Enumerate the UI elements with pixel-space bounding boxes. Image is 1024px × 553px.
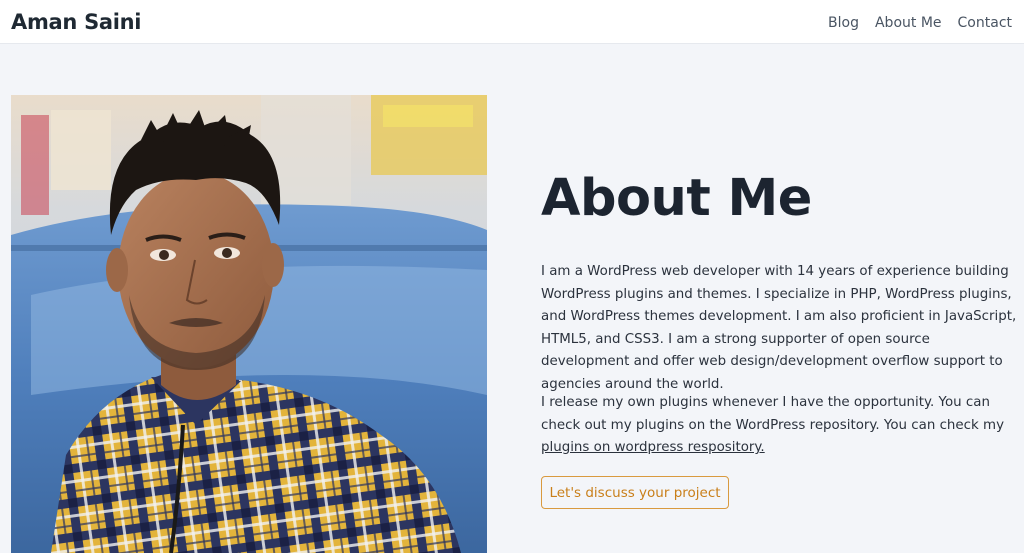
profile-photo [11,95,487,553]
site-title[interactable]: Aman Saini [11,10,142,34]
nav-item-about-me[interactable]: About Me [875,15,942,31]
discuss-project-button[interactable]: Let's discuss your project [541,476,729,509]
nav-item-blog[interactable]: Blog [828,15,859,31]
about-paragraph-2-text: I release my own plugins whenever I have… [541,395,1004,433]
site-header: Aman Saini Blog About Me Contact [0,0,1024,44]
about-paragraph-2: I release my own plugins whenever I have… [541,392,1019,460]
main-nav: Blog About Me Contact [828,15,1012,31]
nav-item-contact[interactable]: Contact [958,15,1012,31]
about-paragraph-1: I am a WordPress web developer with 14 y… [541,264,1017,392]
page-title: About Me [541,169,812,228]
plugins-repository-link[interactable]: plugins on wordpress respository. [541,440,765,455]
